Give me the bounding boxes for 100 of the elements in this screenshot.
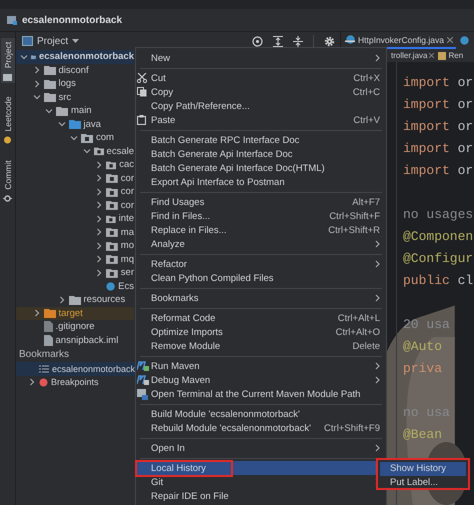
class-icon (346, 35, 355, 44)
menu-item[interactable]: Remove Module Delete (136, 339, 386, 353)
menu-item[interactable]: Paste Ctrl+V (136, 113, 386, 127)
panel-title[interactable]: Project (37, 36, 68, 46)
menu-item[interactable]: Find Usages Alt+F7 (136, 195, 386, 209)
tree-item[interactable]: ecsale (16, 144, 134, 158)
class-icon[interactable] (460, 36, 469, 45)
menu-item[interactable]: Bookmarks (136, 291, 386, 305)
minimize-icon[interactable] (345, 40, 355, 42)
menu-item[interactable]: Export Api Interface to Postman (136, 175, 386, 189)
close-icon[interactable] (447, 36, 453, 42)
chevron-down-icon[interactable] (20, 52, 28, 61)
tree-item[interactable]: inte (16, 212, 134, 226)
code-line: priva (403, 361, 442, 376)
tree-label: disconf (58, 64, 89, 76)
tree-item[interactable]: ansnipback.iml (16, 334, 134, 347)
code-line: import or (403, 163, 474, 178)
editor-tab[interactable]: troller.java (391, 51, 434, 60)
tree-item[interactable]: .gitignore (16, 320, 134, 334)
folder-icon (3, 73, 12, 81)
menu-item[interactable]: Batch Generate Api Interface Doc (136, 147, 386, 161)
module-icon (6, 14, 18, 26)
tree-item[interactable]: ecsalenonmotorback (16, 50, 134, 64)
tree-label: cac (119, 159, 134, 170)
menu-item[interactable]: Batch Generate RPC Interface Doc (136, 133, 386, 147)
menu-item[interactable]: Put Label... (380, 476, 466, 490)
close-icon[interactable] (429, 53, 434, 58)
bookmark-item[interactable]: Breakpoints (16, 376, 135, 389)
tree-item[interactable]: cor (16, 185, 134, 198)
menu-item[interactable]: Repair IDE on File (136, 489, 386, 503)
menu-item[interactable]: Batch Generate Api Interface Doc(HTML) (136, 161, 386, 175)
menu-item[interactable]: Analyze (136, 237, 386, 251)
tree-item[interactable]: main (16, 104, 134, 118)
maven-debug-icon (137, 375, 149, 385)
tree-label: resources (84, 294, 126, 306)
menu-item[interactable]: Show History (380, 462, 466, 476)
menu-item[interactable]: Refactor (136, 257, 386, 271)
tree-item[interactable]: ser (16, 266, 134, 280)
menu-item[interactable]: Debug Maven (136, 373, 386, 387)
menu-item[interactable]: New (136, 51, 386, 65)
chevron-right-icon[interactable] (28, 378, 36, 386)
menu-item[interactable]: Open In (136, 441, 386, 455)
tree-item[interactable]: cac (16, 158, 134, 172)
tree-item[interactable]: disconf (16, 64, 134, 77)
tree-item[interactable]: mq (16, 252, 134, 266)
menu-item[interactable]: Cut Ctrl+X (136, 71, 386, 85)
folder-icon (106, 160, 116, 170)
tree-item[interactable]: logs (16, 77, 134, 90)
menu-item[interactable]: Copy Path/Reference... (136, 99, 386, 113)
settings-icon[interactable] (324, 36, 335, 46)
tree-item[interactable]: src (16, 90, 134, 104)
tree-item[interactable]: resources (16, 293, 134, 306)
bookmark-item[interactable]: ecsalenonmotorback (16, 362, 135, 376)
menu-item[interactable]: Open Terminal at the Current Maven Module Path (136, 387, 386, 401)
copy-icon (137, 87, 147, 97)
collapse-all-icon[interactable] (293, 36, 303, 46)
shortcut-label: Ctrl+C (352, 86, 380, 98)
menu-item[interactable]: Build Module 'ecsalenonmotorback' (136, 407, 386, 421)
tree-item[interactable]: target (16, 306, 134, 320)
bookmark-label: ecsalenonmotorback (52, 364, 135, 374)
project-name[interactable]: ecsalenonmotorback (22, 14, 122, 26)
menu-item[interactable]: Optimize Imports Ctrl+Alt+O (136, 325, 386, 339)
folder-icon (106, 254, 118, 264)
shortcut-label: Ctrl+Shift+F9 (324, 422, 380, 434)
menu-item[interactable]: Clean Python Compiled Files (136, 271, 386, 285)
menu-item[interactable]: Find in Files... Ctrl+Shift+F (136, 209, 386, 223)
code-line: import or (403, 119, 474, 134)
tree-label: logs (58, 78, 76, 90)
tree-label: target (58, 308, 83, 319)
tool-window-tab[interactable]: Commit (0, 157, 14, 205)
tree-label: com (96, 132, 114, 144)
folder-icon (106, 186, 118, 197)
tree-label: ecsale (106, 146, 134, 157)
menu-item[interactable]: Run Maven (136, 359, 386, 373)
editor-tab[interactable]: Ren (438, 51, 464, 60)
tree-label: ansnipback.iml (56, 334, 118, 346)
tree-item[interactable]: cor (16, 172, 134, 185)
expand-all-icon[interactable] (273, 36, 283, 46)
tree-item[interactable]: com (16, 131, 134, 144)
tree-item[interactable]: mo (16, 239, 134, 252)
crosshair-icon[interactable] (252, 36, 263, 46)
tree-item[interactable]: ma (16, 226, 134, 239)
dropdown-icon[interactable] (72, 38, 80, 44)
folder-icon (106, 173, 118, 184)
code-line: import or (403, 97, 474, 112)
shortcut-label: Ctrl+Shift+F (329, 210, 380, 222)
menu-item[interactable]: Copy Ctrl+C (136, 85, 386, 99)
tree-label: ecsalenonmotorback (38, 51, 134, 62)
shortcut-label: Ctrl+X (353, 72, 380, 84)
tree-item[interactable]: cor (16, 198, 134, 212)
tree-item[interactable]: Ecs (16, 280, 134, 293)
tool-window-tab[interactable]: Project (0, 38, 14, 83)
chevron-right-icon[interactable] (58, 296, 66, 304)
shortcut-label: Alt+F7 (352, 196, 380, 208)
menu-item[interactable]: Rebuild Module 'ecsalenonmotorback' Ctrl+Shift+F9 (136, 421, 386, 435)
tree-item[interactable]: java (16, 118, 134, 131)
menu-item[interactable]: Replace in Files... Ctrl+Shift+R (136, 223, 386, 237)
chevron-right-icon[interactable] (32, 309, 40, 318)
tool-window-tab[interactable]: Leetcode (0, 93, 14, 147)
menu-item[interactable]: Reformat Code Ctrl+Alt+L (136, 311, 386, 325)
